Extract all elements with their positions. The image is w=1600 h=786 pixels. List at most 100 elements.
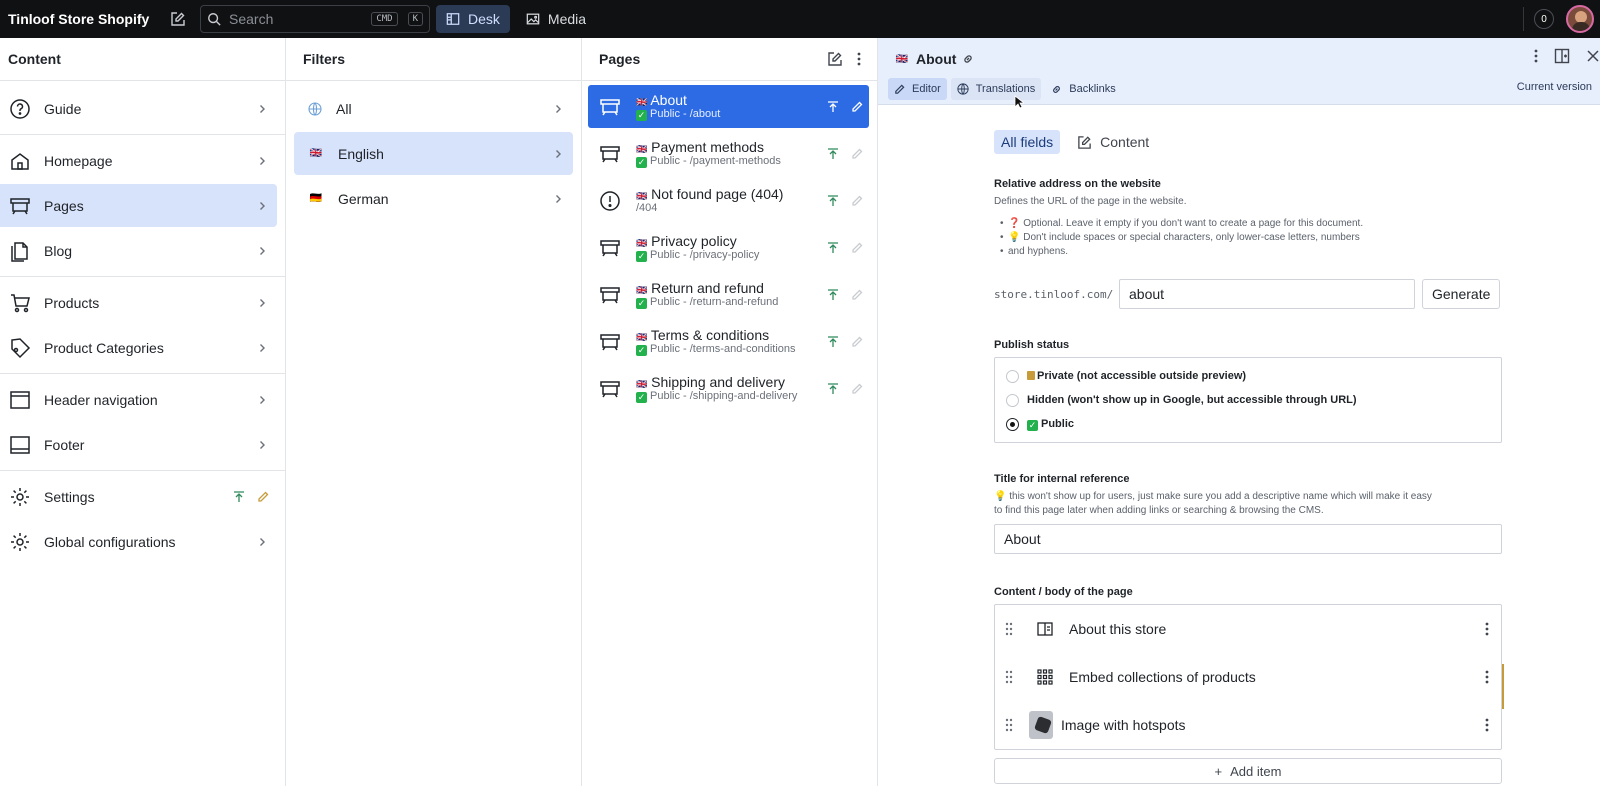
page-row[interactable]: 🇬🇧 Shipping and delivery ✓ Public - /shipp… bbox=[588, 367, 869, 410]
nav-item-settings[interactable]: Settings bbox=[0, 475, 277, 518]
image-icon bbox=[526, 12, 540, 26]
page-status: ✓ Public - /terms-and-conditions bbox=[636, 343, 796, 357]
add-item-button[interactable]: + Add item bbox=[994, 758, 1502, 784]
drag-handle-icon[interactable] bbox=[1005, 718, 1027, 732]
globe-icon bbox=[957, 83, 969, 95]
edit-pencil-icon[interactable] bbox=[851, 336, 863, 348]
pane-title: Filters bbox=[286, 38, 581, 81]
generate-button[interactable]: Generate bbox=[1422, 279, 1501, 309]
nav-item-pages[interactable]: Pages bbox=[0, 184, 277, 227]
publish-icon[interactable] bbox=[827, 194, 839, 207]
page-actions bbox=[827, 288, 863, 301]
tab-label: Editor bbox=[912, 83, 941, 95]
more-vertical-icon[interactable] bbox=[1534, 48, 1538, 64]
page-status-text: Public - /shipping-and-delivery bbox=[650, 390, 798, 403]
edit-pencil-icon[interactable] bbox=[851, 148, 863, 160]
drag-handle-icon[interactable] bbox=[1005, 670, 1027, 684]
more-vertical-icon[interactable] bbox=[1485, 621, 1489, 637]
slug-label: Relative address on the website bbox=[994, 178, 1161, 190]
body-item-about-this-store[interactable]: About this store bbox=[995, 605, 1501, 653]
publish-icon[interactable] bbox=[827, 382, 839, 395]
publish-icon[interactable] bbox=[827, 335, 839, 348]
chevron-right-icon bbox=[257, 246, 267, 256]
nav-item-header-navigation[interactable]: Header navigation bbox=[0, 378, 277, 421]
internal-title-input[interactable]: About bbox=[994, 524, 1502, 554]
edit-pencil-icon[interactable] bbox=[851, 101, 863, 113]
body-item-embed-collections[interactable]: Embed collections of products bbox=[995, 653, 1501, 701]
page-row[interactable]: 🇬🇧 About ✓ Public - /about bbox=[588, 85, 869, 128]
nav-item-homepage[interactable]: Homepage bbox=[0, 139, 277, 182]
tab-translations[interactable]: Translations bbox=[950, 78, 1042, 100]
publish-icon[interactable] bbox=[233, 490, 245, 503]
drag-handle-icon[interactable] bbox=[1005, 622, 1027, 636]
filter-label: English bbox=[338, 145, 384, 162]
publish-icon[interactable] bbox=[827, 147, 839, 160]
nav-item-global-configurations[interactable]: Global configurations bbox=[0, 520, 277, 563]
edit-pencil-icon[interactable] bbox=[851, 383, 863, 395]
nav-item-label: Homepage bbox=[44, 152, 113, 169]
link-icon[interactable] bbox=[962, 53, 974, 65]
tab-backlinks[interactable]: Backlinks bbox=[1045, 78, 1121, 100]
cart-icon bbox=[8, 291, 32, 315]
notifications-badge[interactable]: 0 bbox=[1534, 9, 1554, 29]
more-vertical-icon[interactable] bbox=[1485, 669, 1489, 685]
compose-icon[interactable] bbox=[827, 51, 843, 67]
radio-button[interactable] bbox=[1006, 369, 1019, 383]
radio-button[interactable] bbox=[1006, 393, 1019, 407]
nav-item-products[interactable]: Products bbox=[0, 281, 277, 324]
german-flag-icon: 🇩🇪 bbox=[309, 193, 323, 204]
filter-german[interactable]: 🇩🇪 German bbox=[294, 177, 573, 220]
check-icon: ✓ bbox=[636, 110, 647, 122]
nav-item-label: Product Categories bbox=[44, 339, 164, 356]
chevron-right-icon bbox=[257, 156, 267, 166]
tab-content[interactable]: Content bbox=[1070, 130, 1156, 154]
nav-desk[interactable]: Desk bbox=[436, 5, 510, 33]
filter-all[interactable]: All bbox=[294, 87, 573, 130]
page-row[interactable]: 🇬🇧 Not found page (404)/404 bbox=[588, 179, 869, 222]
radio-hidden[interactable]: Hidden (won't show up in Google, but acc… bbox=[995, 388, 1501, 412]
chevron-right-icon bbox=[257, 298, 267, 308]
body-item-image-with-hotspots[interactable]: Image with hotspots bbox=[995, 701, 1501, 749]
edit-pencil-icon[interactable] bbox=[851, 242, 863, 254]
nav-media[interactable]: Media bbox=[516, 5, 596, 33]
radio-public[interactable]: ✓ Public bbox=[995, 412, 1501, 436]
document-title: 🇬🇧 About bbox=[894, 51, 974, 67]
studio-title[interactable]: Tinloof Store Shopify bbox=[8, 11, 166, 27]
divider bbox=[0, 373, 285, 374]
radio-private[interactable]: Private (not accessible outside preview) bbox=[995, 364, 1501, 388]
body-item-label: About this store bbox=[1069, 621, 1167, 637]
page-icon bbox=[598, 330, 622, 354]
search-input[interactable]: Search CMD K bbox=[200, 5, 430, 33]
nav-item-label: Pages bbox=[44, 197, 84, 214]
nav-item-footer[interactable]: Footer bbox=[0, 423, 277, 466]
split-pane-icon[interactable] bbox=[1554, 48, 1570, 64]
more-vertical-icon[interactable] bbox=[857, 51, 861, 67]
page-status-text: Public - /terms-and-conditions bbox=[650, 343, 796, 356]
publish-icon[interactable] bbox=[827, 288, 839, 301]
avatar[interactable] bbox=[1566, 5, 1594, 33]
page-row[interactable]: 🇬🇧 Privacy policy ✓ Public - /privacy-poli… bbox=[588, 226, 869, 269]
pages-list: 🇬🇧 About ✓ Public - /about 🇬🇧 Payment metho… bbox=[582, 85, 877, 410]
nav-item-product-categories[interactable]: Product Categories bbox=[0, 326, 277, 369]
filter-english[interactable]: 🇬🇧 English bbox=[294, 132, 573, 175]
publish-icon[interactable] bbox=[827, 241, 839, 254]
nav-item-guide[interactable]: Guide bbox=[0, 87, 277, 130]
compose-icon[interactable] bbox=[166, 7, 190, 31]
slug-input[interactable]: about bbox=[1119, 279, 1415, 309]
publish-icon[interactable] bbox=[827, 100, 839, 113]
close-icon[interactable] bbox=[1586, 48, 1600, 64]
edit-pencil-icon[interactable] bbox=[257, 491, 269, 503]
page-row[interactable]: 🇬🇧 Payment methods ✓ Public - /payment-met… bbox=[588, 132, 869, 175]
current-version-selector[interactable]: Current version bbox=[1517, 81, 1592, 93]
edit-pencil-icon[interactable] bbox=[851, 289, 863, 301]
tab-editor[interactable]: Editor bbox=[888, 78, 947, 100]
tab-all-fields[interactable]: All fields bbox=[994, 130, 1061, 154]
edit-pencil-icon[interactable] bbox=[851, 195, 863, 207]
nav-item-blog[interactable]: Blog bbox=[0, 229, 277, 272]
body-items-list: About this store Embed collections of pr… bbox=[994, 604, 1502, 750]
radio-button-selected[interactable] bbox=[1006, 417, 1019, 431]
more-vertical-icon[interactable] bbox=[1485, 717, 1489, 733]
slug-help-format-cont: and hyphens. bbox=[1000, 245, 1502, 259]
page-row[interactable]: 🇬🇧 Return and refund ✓ Public - /return-an… bbox=[588, 273, 869, 316]
page-row[interactable]: 🇬🇧 Terms & conditions ✓ Public - /terms-an… bbox=[588, 320, 869, 363]
